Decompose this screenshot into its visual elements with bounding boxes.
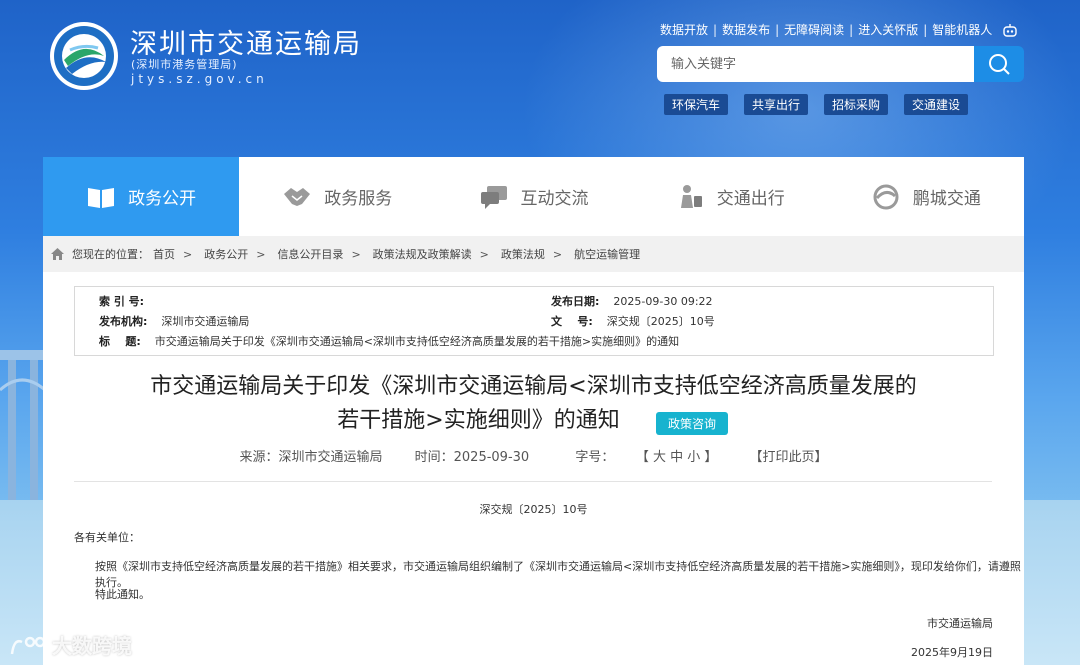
link-data-open[interactable]: 数据开放 [660, 21, 708, 38]
divider [74, 481, 992, 482]
doc-number-label: 文 号: [551, 315, 593, 328]
font-size-options[interactable]: 【 大 中 小 】 [642, 450, 717, 465]
hot-link-eco-car[interactable]: 环保汽车 [664, 94, 729, 115]
breadcrumb-separator: > [256, 247, 266, 261]
bureau-logo [50, 22, 118, 90]
nav-label: 交通出行 [716, 189, 785, 209]
nav-item-pengcheng-traffic[interactable]: 鹏城交通 [828, 157, 1024, 236]
print-page-link[interactable]: 【打印此页】 [750, 450, 828, 465]
hot-link-bidding[interactable]: 招标采购 [824, 94, 889, 115]
separator: | [923, 22, 928, 37]
nav-label: 政务服务 [324, 189, 393, 209]
font-size-label: 字号： [575, 450, 615, 465]
nav-item-travel[interactable]: 交通出行 [632, 157, 828, 236]
traveler-icon [680, 184, 702, 208]
article-content: 索 引 号: 发布日期: 2025-09-30 09:22 发布机构: 深圳市交通运… [43, 272, 1024, 665]
hot-link-shared-travel[interactable]: 共享出行 [744, 94, 809, 115]
link-care-version[interactable]: 进入关怀版 [858, 21, 918, 38]
article-info: 来源：深圳市交通运输局 时间：2025-09-30 字号： 【 大 中 小 】 【… [43, 446, 1024, 465]
robot-icon[interactable] [1002, 23, 1018, 37]
title-label: 标 题: [99, 335, 141, 348]
home-icon [51, 248, 64, 260]
separator: | [849, 22, 854, 37]
separator: | [713, 22, 718, 37]
breadcrumb-air-transport[interactable]: 航空运输管理 [574, 246, 640, 262]
nav-item-government-affairs[interactable]: 政务公开 [43, 157, 240, 236]
doc-number-value: 深交规〔2025〕10号 [606, 315, 715, 328]
search-bar [657, 46, 1024, 82]
breadcrumb: 您现在的位置： 首页 > 政务公开 > 信息公开目录 > 政策法规及政策解读 >… [43, 236, 1024, 272]
publisher-value: 深圳市交通运输局 [161, 315, 250, 328]
top-links: 数据开放 | 数据发布 | 无障碍阅读 | 进入关怀版 | 智能机器人 [660, 21, 1018, 38]
chat-icon [480, 185, 507, 209]
article-time: 时间：2025-09-30 [414, 450, 530, 465]
breadcrumb-separator: > [351, 247, 361, 261]
breadcrumb-gov-affairs[interactable]: 政务公开 [204, 246, 248, 262]
book-icon [88, 187, 115, 208]
addressee: 各有关单位： [74, 531, 140, 544]
breadcrumb-home[interactable]: 首页 [153, 246, 175, 262]
main-nav: 政务公开 政务服务 互动交流 交通出行 鹏城交通 [43, 157, 1024, 236]
article-source: 来源：深圳市交通运输局 [239, 450, 383, 465]
breadcrumb-policy-interpretation[interactable]: 政策法规及政策解读 [373, 246, 472, 262]
breadcrumb-separator: > [479, 247, 489, 261]
publish-date-label: 发布日期: [551, 295, 600, 308]
nav-item-interaction[interactable]: 互动交流 [435, 157, 631, 236]
sign-date: 2025年9月19日 [911, 646, 993, 659]
policy-consult-button[interactable]: 政策咨询 [656, 412, 729, 435]
index-label: 索 引 号: [99, 295, 145, 308]
swirl-icon [873, 184, 899, 209]
article-title-line2: 若干措施>实施细则》的通知 [337, 408, 620, 433]
nav-item-government-services[interactable]: 政务服务 [239, 157, 435, 236]
publish-date-value: 2025-09-30 09:22 [613, 295, 713, 308]
watermark-logo-icon [10, 636, 46, 654]
breadcrumb-info-catalog[interactable]: 信息公开目录 [277, 246, 343, 262]
article-title-line1: 市交通运输局关于印发《深圳市交通运输局<深圳市支持低空经济高质量发展的 [150, 374, 917, 399]
document-number: 深交规〔2025〕10号 [479, 503, 588, 516]
nav-label: 互动交流 [520, 189, 589, 209]
separator: | [775, 22, 780, 37]
site-domain: jtys.sz.gov.cn [131, 72, 268, 86]
watermark: 大数跨境 [10, 630, 132, 659]
breadcrumb-separator: > [183, 247, 193, 261]
search-icon [989, 54, 1010, 75]
breadcrumb-separator: > [552, 247, 563, 261]
hot-links: 环保汽车 共享出行 招标采购 交通建设 [664, 94, 969, 115]
closing-paragraph: 特此通知。 [95, 588, 150, 601]
search-input[interactable] [657, 46, 974, 82]
publisher-label: 发布机构: [99, 315, 148, 328]
article-title: 市交通运输局关于印发《深圳市交通运输局<深圳市支持低空经济高质量发展的 若干措施… [43, 370, 1024, 438]
link-data-release[interactable]: 数据发布 [722, 21, 770, 38]
nav-label: 鹏城交通 [912, 189, 981, 209]
title-value: 市交通运输局关于印发《深圳市交通运输局<深圳市支持低空经济高质量发展的若干措施>… [154, 335, 680, 348]
handshake-icon [284, 187, 311, 206]
link-accessible-reading[interactable]: 无障碍阅读 [784, 21, 844, 38]
breadcrumb-label: 您现在的位置： [72, 248, 149, 261]
hot-link-construction[interactable]: 交通建设 [904, 94, 969, 115]
nav-label: 政务公开 [128, 189, 197, 209]
site-subtitle: (深圳市港务管理局) [131, 58, 238, 71]
watermark-text: 大数跨境 [52, 634, 132, 658]
meta-info-box: 索 引 号: 发布日期: 2025-09-30 09:22 发布机构: 深圳市交通运… [74, 286, 994, 356]
body-paragraph: 按照《深圳市支持低空经济高质量发展的若干措施》相关要求，市交通运输局组织编制了《… [95, 560, 1021, 589]
link-smart-robot[interactable]: 智能机器人 [932, 21, 992, 38]
breadcrumb-policy-regulations[interactable]: 政策法规 [501, 246, 545, 262]
signature: 市交通运输局 [927, 617, 993, 630]
search-button[interactable] [974, 46, 1024, 82]
